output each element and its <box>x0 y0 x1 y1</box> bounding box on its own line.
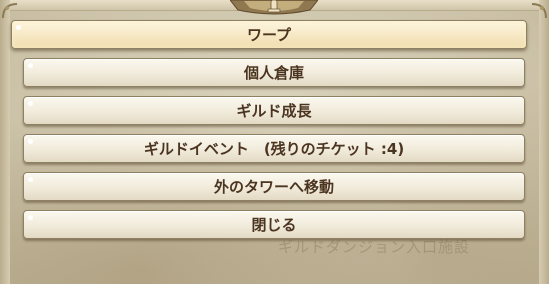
guild-growth-button-label: ギルド成長 <box>236 102 312 120</box>
button-gem-icon <box>16 25 21 30</box>
close-button-label: 閉じる <box>251 216 297 234</box>
button-gem-icon <box>28 215 33 220</box>
corner-ornament-icon <box>2 3 18 19</box>
button-gem-icon <box>28 139 33 144</box>
personal-storage-button[interactable]: 個人倉庫 <box>23 58 525 87</box>
frame-left-border <box>0 0 10 284</box>
guild-event-button[interactable]: ギルドイベント (残りのチケット :4) <box>23 134 525 163</box>
move-to-outer-tower-button-label: 外のタワーへ移動 <box>213 178 334 196</box>
guild-growth-button[interactable]: ギルド成長 <box>23 96 525 125</box>
move-to-outer-tower-button[interactable]: 外のタワーへ移動 <box>23 172 525 201</box>
frame-right-border <box>539 0 549 284</box>
crest-emblem-icon <box>230 0 318 15</box>
close-button[interactable]: 閉じる <box>23 210 525 239</box>
button-gem-icon <box>28 101 33 106</box>
button-gem-icon <box>28 177 33 182</box>
button-gem-icon <box>28 63 33 68</box>
guild-event-button-label: ギルドイベント (残りのチケット :4) <box>143 140 405 158</box>
personal-storage-button-label: 個人倉庫 <box>243 64 304 82</box>
warp-button-label: ワープ <box>246 26 292 44</box>
warp-button[interactable]: ワープ <box>11 20 527 49</box>
background-watermark-text: ギルドダンジョン入口施設 <box>278 238 471 256</box>
corner-ornament-icon <box>531 3 547 19</box>
